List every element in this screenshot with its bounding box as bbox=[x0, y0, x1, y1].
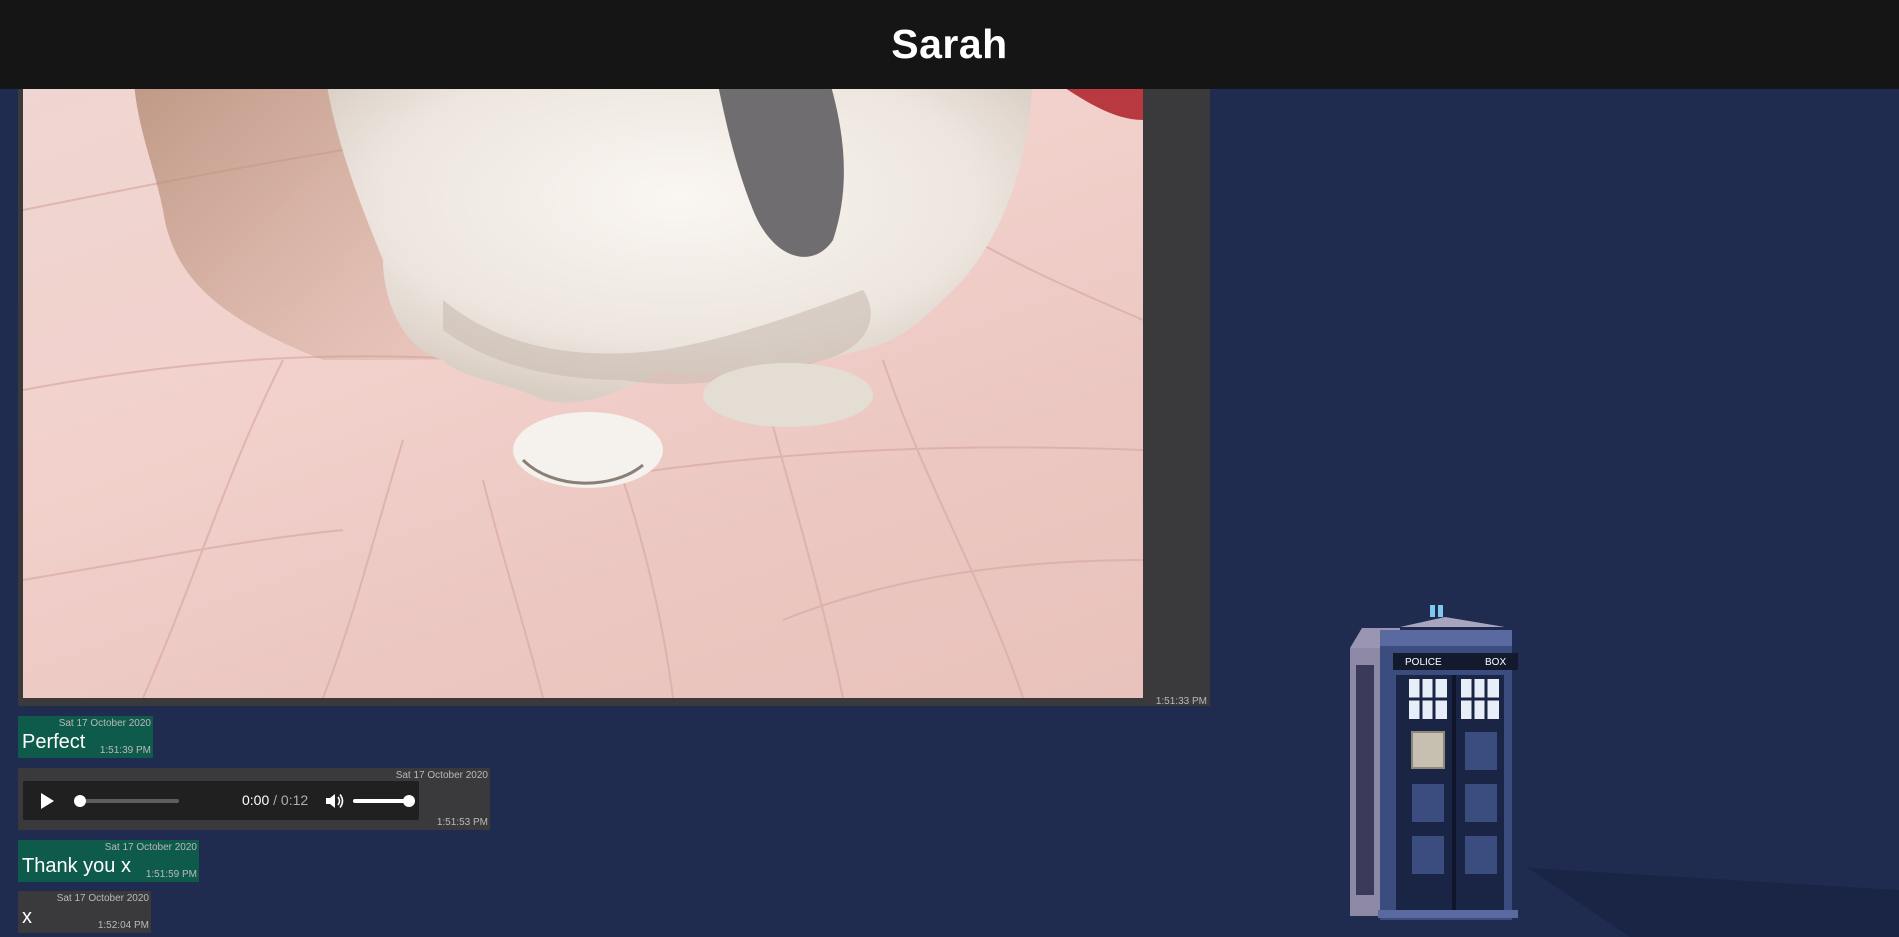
volume-thumb[interactable] bbox=[403, 795, 415, 807]
message-date: Sat 17 October 2020 bbox=[58, 718, 151, 729]
audio-message: Sat 17 October 2020 0:00 / 0:12 1:51:53 … bbox=[18, 768, 490, 830]
seek-thumb[interactable] bbox=[74, 795, 86, 807]
audio-time-display: 0:00 / 0:12 bbox=[242, 792, 308, 808]
duration: 0:12 bbox=[280, 792, 309, 808]
play-icon[interactable] bbox=[41, 793, 54, 809]
image-message: 1:51:33 PM bbox=[18, 60, 1210, 707]
message-date: Sat 17 October 2020 bbox=[104, 842, 197, 853]
message-time: 1:52:04 PM bbox=[97, 920, 149, 931]
police-sign-text: POLICE bbox=[1405, 657, 1442, 668]
volume-icon[interactable] bbox=[325, 792, 345, 810]
message-date: Sat 17 October 2020 bbox=[56, 893, 149, 904]
contact-name: Sarah bbox=[891, 21, 1008, 67]
message-date: Sat 17 October 2020 bbox=[395, 770, 488, 781]
box-sign-text: BOX bbox=[1485, 657, 1506, 668]
volume-slider[interactable] bbox=[353, 799, 409, 803]
message-time: 1:51:33 PM bbox=[1155, 696, 1207, 707]
chat-header: Sarah bbox=[0, 0, 1899, 89]
incoming-message: Sat 17 October 2020 x 1:52:04 PM bbox=[18, 891, 151, 933]
seek-slider[interactable] bbox=[77, 799, 179, 803]
outgoing-message: Sat 17 October 2020 Thank you x 1:51:59 … bbox=[18, 840, 199, 882]
message-time: 1:51:59 PM bbox=[145, 869, 197, 880]
current-time: 0:00 bbox=[242, 792, 270, 808]
message-time: 1:51:53 PM bbox=[436, 817, 488, 828]
outgoing-message: Sat 17 October 2020 Perfect 1:51:39 PM bbox=[18, 716, 153, 758]
message-text: Perfect bbox=[22, 731, 86, 753]
audio-player: 0:00 / 0:12 bbox=[23, 781, 419, 820]
message-time: 1:51:39 PM bbox=[99, 745, 151, 756]
message-text: x bbox=[22, 906, 32, 928]
time-separator: / bbox=[273, 792, 278, 808]
rabbit-photo[interactable] bbox=[23, 60, 1143, 698]
tardis-illustration: POLICE BOX bbox=[1350, 605, 1899, 937]
message-text: Thank you x bbox=[22, 855, 131, 877]
